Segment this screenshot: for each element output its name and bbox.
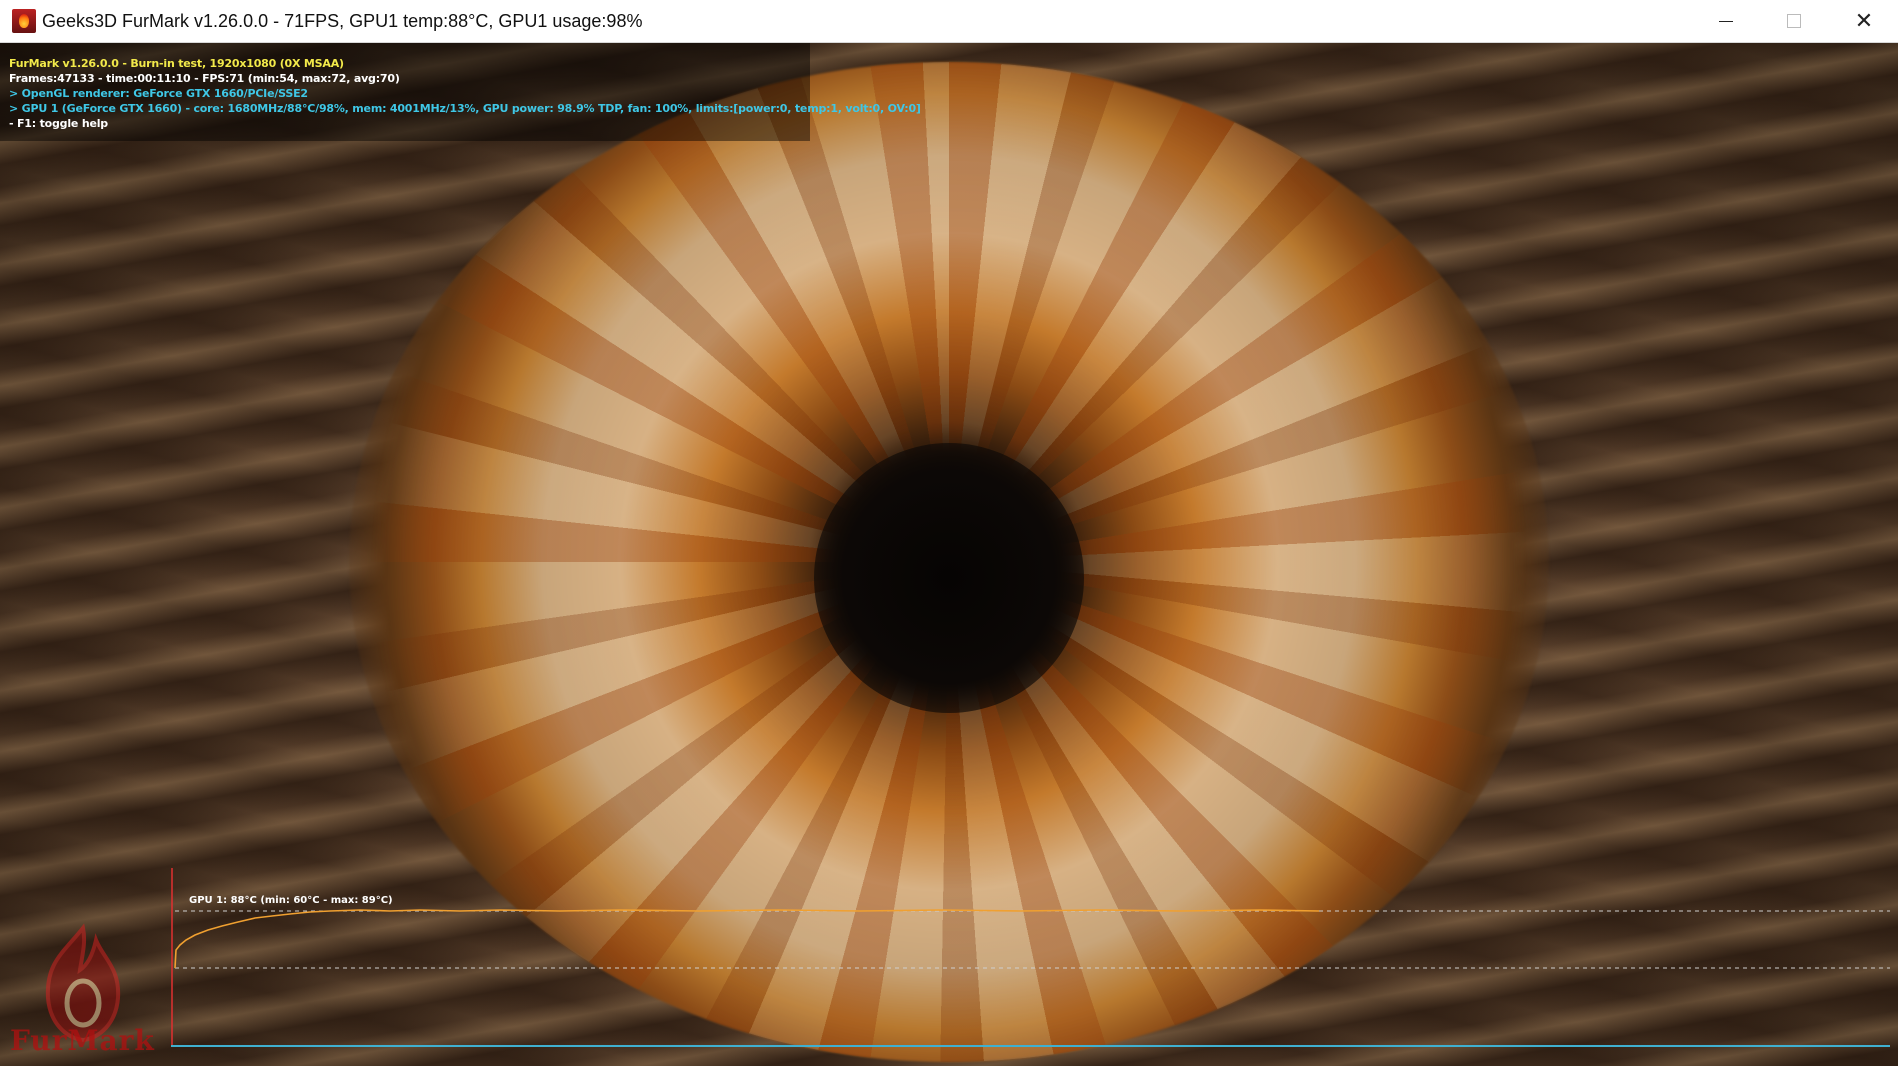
minimize-icon bbox=[1719, 20, 1733, 22]
furmark-logo-text: FurMark bbox=[10, 1024, 155, 1057]
window-title: Geeks3D FurMark v1.26.0.0 - 71FPS, GPU1 … bbox=[42, 11, 643, 31]
minimize-button[interactable] bbox=[1692, 0, 1760, 42]
maximize-button[interactable] bbox=[1760, 0, 1828, 42]
furmark-flame-icon[interactable] bbox=[12, 9, 36, 33]
osd-info-panel: FurMark v1.26.0.0 - Burn-in test, 1920x1… bbox=[0, 43, 921, 141]
close-icon: ✕ bbox=[1854, 8, 1874, 33]
osd-frames-line: Frames:47133 - time:00:11:10 - FPS:71 (m… bbox=[9, 72, 400, 85]
fur-eye-pupil bbox=[814, 443, 1084, 713]
close-button[interactable]: ✕ bbox=[1830, 0, 1898, 42]
temperature-graph-label: GPU 1: 88°C (min: 60°C - max: 89°C) bbox=[189, 895, 393, 906]
maximize-icon bbox=[1787, 14, 1801, 28]
furmark-window: Geeks3D FurMark v1.26.0.0 - 71FPS, GPU1 … bbox=[0, 0, 1898, 1066]
osd-version-line: FurMark v1.26.0.0 - Burn-in test, 1920x1… bbox=[9, 57, 344, 70]
osd-gpu-line: > GPU 1 (GeForce GTX 1660) - core: 1680M… bbox=[9, 102, 921, 115]
osd-renderer-line: > OpenGL renderer: GeForce GTX 1660/PCIe… bbox=[9, 87, 308, 100]
osd-help-line: - F1: toggle help bbox=[9, 117, 108, 130]
render-viewport[interactable] bbox=[0, 43, 1898, 1066]
title-bar[interactable]: Geeks3D FurMark v1.26.0.0 - 71FPS, GPU1 … bbox=[0, 0, 1898, 43]
